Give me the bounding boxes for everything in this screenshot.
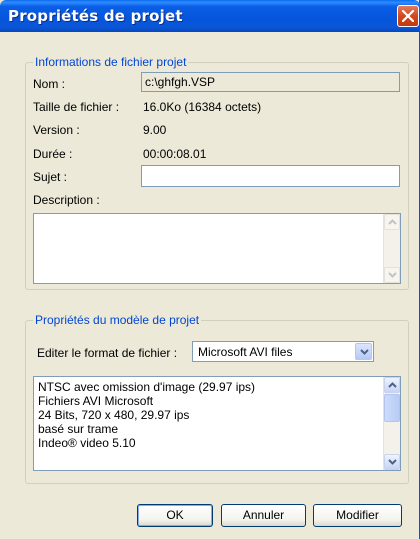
template-details-text: NTSC avec omission d'image (29.97 ips) F…	[38, 380, 255, 450]
file-info-legend: Informations de fichier projet	[33, 55, 189, 69]
detail-line: 24 Bits, 720 x 480, 29.97 ips	[38, 408, 190, 422]
description-textarea[interactable]	[33, 213, 401, 284]
name-field: c:\ghfgh.VSP	[141, 72, 400, 92]
details-scrollbar[interactable]	[383, 377, 400, 470]
version-label: Version :	[33, 123, 80, 137]
detail-line: Indeo® video 5.10	[38, 436, 136, 450]
scroll-up-button[interactable]	[384, 377, 400, 393]
chevron-down-icon	[388, 459, 397, 465]
subject-input[interactable]	[141, 165, 400, 187]
file-format-label: Editer le format de fichier :	[37, 346, 178, 360]
template-details-list[interactable]: NTSC avec omission d'image (29.97 ips) F…	[33, 376, 401, 471]
duration-label: Durée :	[33, 147, 73, 161]
scroll-down-button[interactable]	[384, 454, 400, 470]
file-format-value: Microsoft AVI files	[198, 345, 293, 359]
detail-line: basé sur trame	[38, 422, 119, 436]
chevron-up-icon	[388, 382, 397, 388]
scroll-down-button[interactable]	[384, 267, 400, 283]
chevron-down-icon	[388, 272, 397, 278]
scroll-up-button[interactable]	[384, 214, 400, 230]
project-properties-dialog: Propriétés de projet Informations de fic…	[0, 0, 420, 539]
chevron-down-icon	[360, 349, 369, 355]
file-format-dropdown-button[interactable]	[355, 343, 372, 360]
duration-value: 00:00:08.01	[143, 147, 207, 161]
template-legend: Propriétés du modèle de projet	[33, 313, 202, 327]
scrollbar-thumb[interactable]	[384, 394, 400, 422]
dialog-title: Propriétés de projet	[8, 7, 183, 25]
subject-label: Sujet :	[33, 170, 68, 184]
name-label: Nom :	[33, 77, 66, 91]
description-label: Description :	[33, 193, 100, 207]
file-size-value: 16.0Ko (16384 octets)	[143, 100, 262, 114]
title-bar[interactable]: Propriétés de projet	[0, 0, 420, 32]
ok-button[interactable]: OK	[137, 504, 213, 527]
close-button[interactable]	[397, 5, 419, 27]
version-value: 9.00	[143, 123, 167, 137]
chevron-up-icon	[388, 219, 397, 225]
detail-line: Fichiers AVI Microsoft	[38, 394, 154, 408]
description-scrollbar[interactable]	[383, 214, 400, 283]
detail-line: NTSC avec omission d'image (29.97 ips)	[38, 380, 256, 394]
file-size-label: Taille de fichier :	[33, 100, 120, 114]
file-format-select[interactable]: Microsoft AVI files	[192, 341, 374, 362]
cancel-button[interactable]: Annuler	[221, 504, 306, 527]
modify-button[interactable]: Modifier	[313, 504, 402, 527]
name-value: c:\ghfgh.VSP	[145, 75, 216, 89]
close-icon	[402, 10, 414, 22]
